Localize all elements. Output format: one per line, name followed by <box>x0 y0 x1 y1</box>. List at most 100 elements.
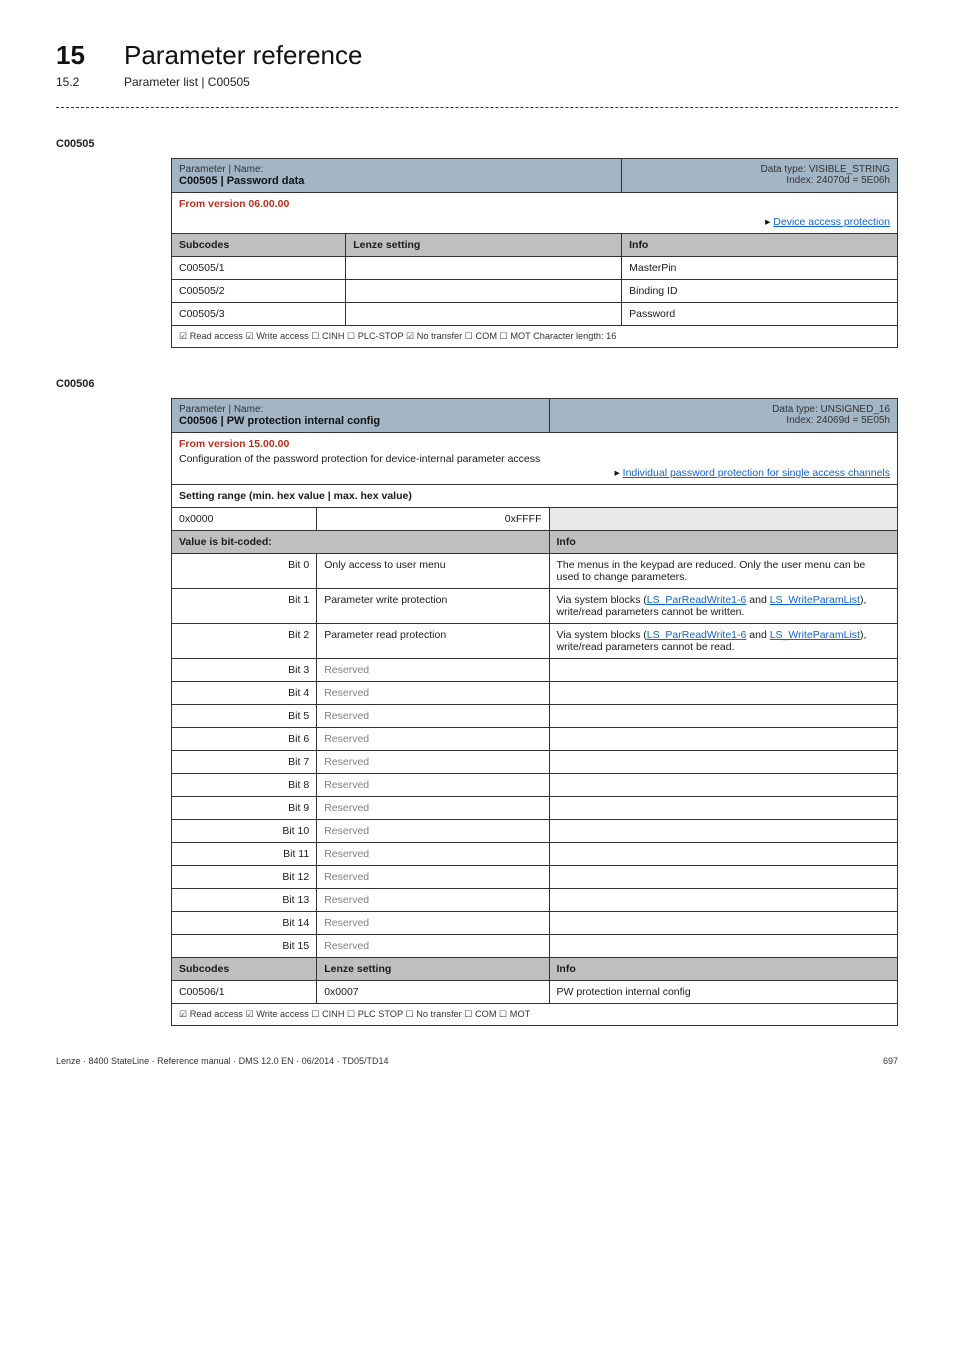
bit-label: Reserved <box>317 820 549 843</box>
bit-info <box>549 843 898 866</box>
bit-row-7: Bit 7Reserved <box>172 751 898 774</box>
bit-row-2: Bit 2 Parameter read protection Via syst… <box>172 624 898 659</box>
range-min: 0x0000 <box>172 508 317 531</box>
cell-lenze <box>346 303 622 326</box>
table-row: C00505/1 MasterPin <box>172 257 898 280</box>
fromver-row: From version 06.00.00 ▸ Device access pr… <box>172 193 898 234</box>
ls-link[interactable]: LS_WriteParamList <box>770 629 860 641</box>
access-channels-link[interactable]: Individual password protection for singl… <box>623 467 890 479</box>
bit-num: Bit 7 <box>172 751 317 774</box>
bit-info <box>549 866 898 889</box>
bit-row-8: Bit 8Reserved <box>172 774 898 797</box>
param-heading-c00506: C00506 <box>56 378 898 390</box>
bit-label: Reserved <box>317 659 549 682</box>
ls-link[interactable]: LS_ParReadWrite1-6 <box>647 629 747 641</box>
value-bitcoded: Value is bit-coded: <box>172 531 550 554</box>
bit-num: Bit 3 <box>172 659 317 682</box>
param-code: C00506 | PW protection internal config <box>179 415 542 427</box>
bit-row-10: Bit 10Reserved <box>172 820 898 843</box>
titlebar-right: Data type: UNSIGNED_16 Index: 24069d = 5… <box>549 399 898 433</box>
param-label: Parameter | Name: <box>179 404 542 415</box>
bit-row-5: Bit 5Reserved <box>172 705 898 728</box>
bit-label: Only access to user menu <box>317 554 549 589</box>
table-c00506: Parameter | Name: C00506 | PW protection… <box>171 398 898 1026</box>
section-number: 15.2 <box>56 75 96 89</box>
info-cell: PW protection internal config <box>549 981 898 1004</box>
bit-num: Bit 5 <box>172 705 317 728</box>
from-version: From version 06.00.00 <box>179 198 890 210</box>
subcode-row: C00506/1 0x0007 PW protection internal c… <box>172 981 898 1004</box>
bit-row-15: Bit 15Reserved <box>172 935 898 958</box>
bit-num: Bit 12 <box>172 866 317 889</box>
bit-info <box>549 820 898 843</box>
setting-range-row: Setting range (min. hex value | max. hex… <box>172 485 898 508</box>
bit-info: Via system blocks (LS_ParReadWrite1-6 an… <box>549 589 898 624</box>
bit-info <box>549 705 898 728</box>
access-protection-link[interactable]: Device access protection <box>773 216 890 228</box>
value-bitcoded-header: Value is bit-coded: Info <box>172 531 898 554</box>
range-empty <box>549 508 898 531</box>
page-footer: Lenze · 8400 StateLine · Reference manua… <box>56 1056 898 1066</box>
titlebar-left: Parameter | Name: C00505 | Password data <box>172 159 622 193</box>
bit-info <box>549 935 898 958</box>
bit-row-0: Bit 0 Only access to user menu The menus… <box>172 554 898 589</box>
bit-num: Bit 1 <box>172 589 317 624</box>
info-hdr2: Info <box>549 958 898 981</box>
bit-row-6: Bit 6Reserved <box>172 728 898 751</box>
bit-row-14: Bit 14Reserved <box>172 912 898 935</box>
table-row: C00505/3 Password <box>172 303 898 326</box>
subcodes-hdr: Subcodes <box>172 958 317 981</box>
cell-sub: C00505/1 <box>172 257 346 280</box>
bit-num: Bit 6 <box>172 728 317 751</box>
caret-icon: ▸ <box>614 467 622 479</box>
bit-label: Reserved <box>317 682 549 705</box>
bit-label: Reserved <box>317 797 549 820</box>
subcodes-header-row: Subcodes Lenze setting Info <box>172 958 898 981</box>
config-text: Configuration of the password protection… <box>179 453 890 465</box>
ls-link[interactable]: LS_WriteParamList <box>770 594 860 606</box>
setting-range-values: 0x0000 0xFFFF <box>172 508 898 531</box>
bit-label: Reserved <box>317 935 549 958</box>
param-label: Parameter | Name: <box>179 164 614 175</box>
ls-link[interactable]: LS_ParReadWrite1-6 <box>647 594 747 606</box>
section-title: Parameter list | C00505 <box>124 75 250 89</box>
bit-info: The menus in the keypad are reduced. Onl… <box>549 554 898 589</box>
range-max: 0xFFFF <box>317 508 549 531</box>
cell-info: MasterPin <box>622 257 898 280</box>
dtype-line1: Data type: UNSIGNED_16 <box>557 404 891 415</box>
col-subcodes: Subcodes <box>172 234 346 257</box>
divider <box>56 107 898 108</box>
bit-label: Reserved <box>317 889 549 912</box>
section-header: 15.2 Parameter list | C00505 <box>56 75 898 89</box>
bit-num: Bit 13 <box>172 889 317 912</box>
from-version: From version 15.00.00 <box>179 438 890 450</box>
bit-row-4: Bit 4Reserved <box>172 682 898 705</box>
bit-info <box>549 774 898 797</box>
info-header: Info <box>549 531 898 554</box>
access-flags: ☑ Read access ☑ Write access ☐ CINH ☐ PL… <box>172 1004 898 1026</box>
bit-info <box>549 797 898 820</box>
bit-info <box>549 728 898 751</box>
bit-num: Bit 14 <box>172 912 317 935</box>
cell-lenze <box>346 257 622 280</box>
sub-cell: C00506/1 <box>172 981 317 1004</box>
cell-sub: C00505/2 <box>172 280 346 303</box>
cell-lenze <box>346 280 622 303</box>
bit-num: Bit 15 <box>172 935 317 958</box>
footer-right: 697 <box>883 1056 898 1066</box>
bit-info <box>549 682 898 705</box>
bit-num: Bit 4 <box>172 682 317 705</box>
access-flags-row: ☑ Read access ☑ Write access ☐ CINH ☐ PL… <box>172 1004 898 1026</box>
bit-row-9: Bit 9Reserved <box>172 797 898 820</box>
bit-num: Bit 11 <box>172 843 317 866</box>
titlebar-row: Parameter | Name: C00506 | PW protection… <box>172 399 898 433</box>
bit-info <box>549 751 898 774</box>
page-header: 15 Parameter reference <box>56 40 898 71</box>
bit-num: Bit 8 <box>172 774 317 797</box>
bit-row-3: Bit 3Reserved <box>172 659 898 682</box>
bit-num: Bit 9 <box>172 797 317 820</box>
setting-range-label: Setting range (min. hex value | max. hex… <box>179 490 412 502</box>
bit-label: Reserved <box>317 751 549 774</box>
header-row: Subcodes Lenze setting Info <box>172 234 898 257</box>
bit-row-13: Bit 13Reserved <box>172 889 898 912</box>
